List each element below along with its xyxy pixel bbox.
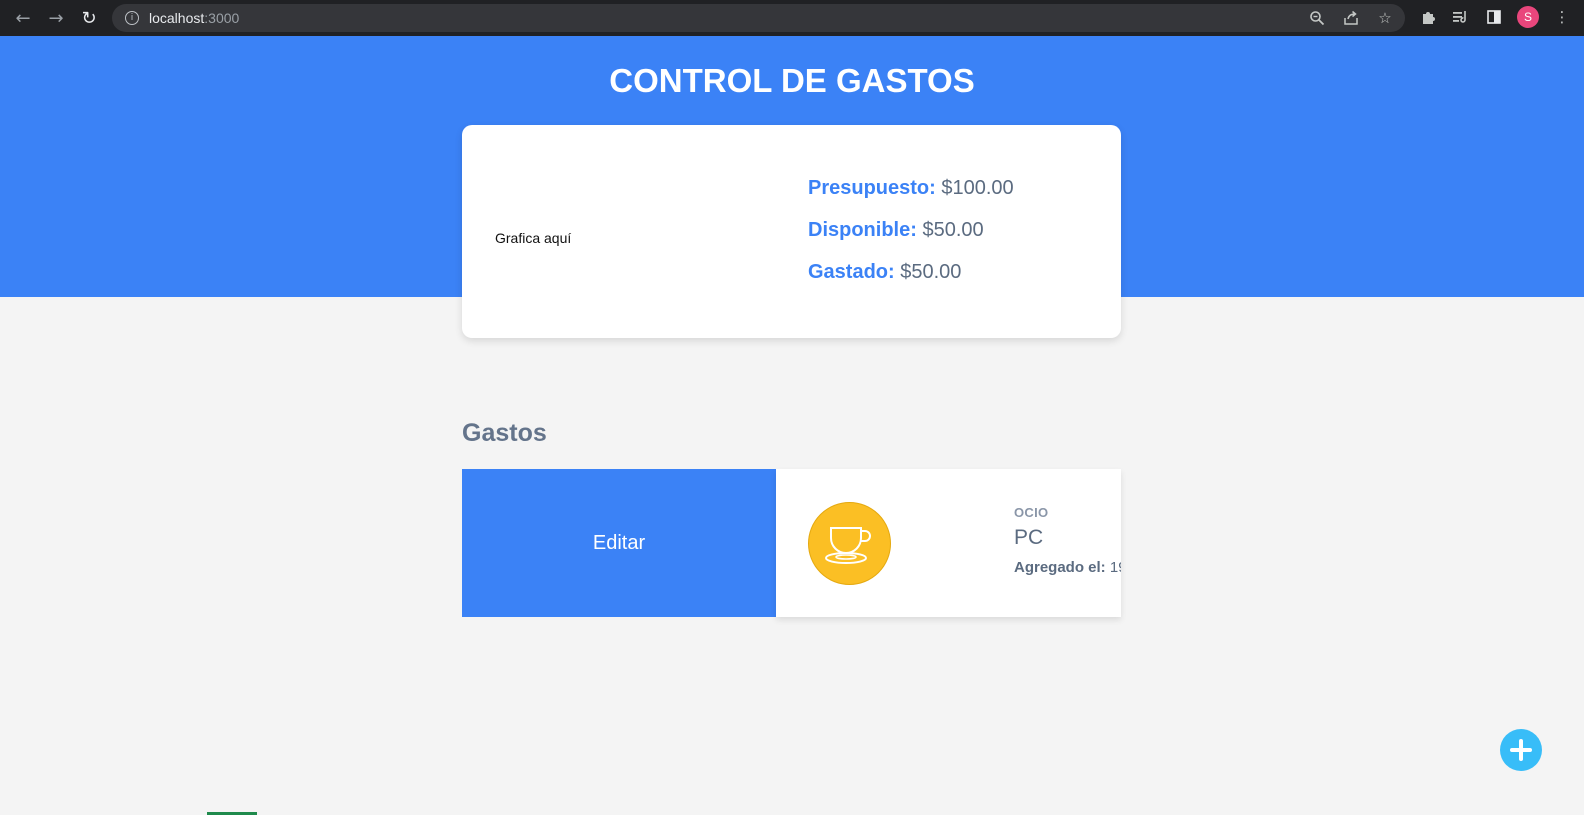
url-text: localhost:3000 (149, 10, 240, 26)
budget-value: $100.00 (941, 177, 1014, 199)
expense-date-value: 19 (1109, 559, 1121, 576)
expense-category: OCIO (1014, 505, 1049, 520)
budget-card: Grafica aquí Presupuesto: $100.00 Dispon… (462, 125, 1121, 338)
page-title: CONTROL DE GASTOS (609, 62, 975, 99)
back-button[interactable]: ← (7, 2, 39, 34)
available-amount: Disponible: $50.00 (808, 219, 984, 242)
available-label: Disponible: (808, 219, 917, 241)
spent-amount: Gastado: $50.00 (808, 261, 961, 284)
menu-kebab-icon[interactable]: ⋮ (1552, 7, 1572, 27)
expenses-section-title: Gastos (462, 419, 547, 447)
bookmark-star-icon[interactable]: ☆ (1375, 8, 1395, 28)
budget-amount: Presupuesto: $100.00 (808, 177, 1014, 200)
budget-label: Presupuesto: (808, 177, 936, 199)
coffee-cup-icon (808, 502, 891, 585)
spent-label: Gastado: (808, 261, 895, 283)
profile-avatar[interactable]: S (1517, 6, 1539, 28)
expense-date: Agregado el: 19 (1014, 559, 1121, 576)
media-queue-icon[interactable] (1451, 7, 1471, 27)
extensions-icon[interactable] (1418, 7, 1438, 27)
spent-value: $50.00 (900, 261, 962, 283)
plus-icon (1510, 739, 1532, 761)
side-panel-icon[interactable] (1484, 7, 1504, 27)
address-bar[interactable]: i localhost:3000 ☆ (112, 4, 1405, 32)
available-value: $50.00 (922, 219, 984, 241)
browser-toolbar: ← → ↻ i localhost:3000 ☆ S ⋮ (0, 0, 1584, 36)
reload-button[interactable]: ↻ (73, 2, 105, 34)
zoom-icon[interactable] (1307, 8, 1327, 28)
site-info-icon[interactable]: i (125, 11, 139, 25)
expense-name: PC (1014, 526, 1044, 549)
expense-list-item[interactable]: OCIO PC Agregado el: 19 (776, 469, 1121, 617)
edit-swipe-action[interactable]: Editar (462, 469, 776, 617)
expense-date-label: Agregado el: (1014, 559, 1106, 576)
forward-button[interactable]: → (40, 2, 72, 34)
add-expense-button[interactable] (1500, 729, 1542, 771)
share-icon[interactable] (1341, 8, 1361, 28)
chart-placeholder: Grafica aquí (495, 230, 572, 246)
